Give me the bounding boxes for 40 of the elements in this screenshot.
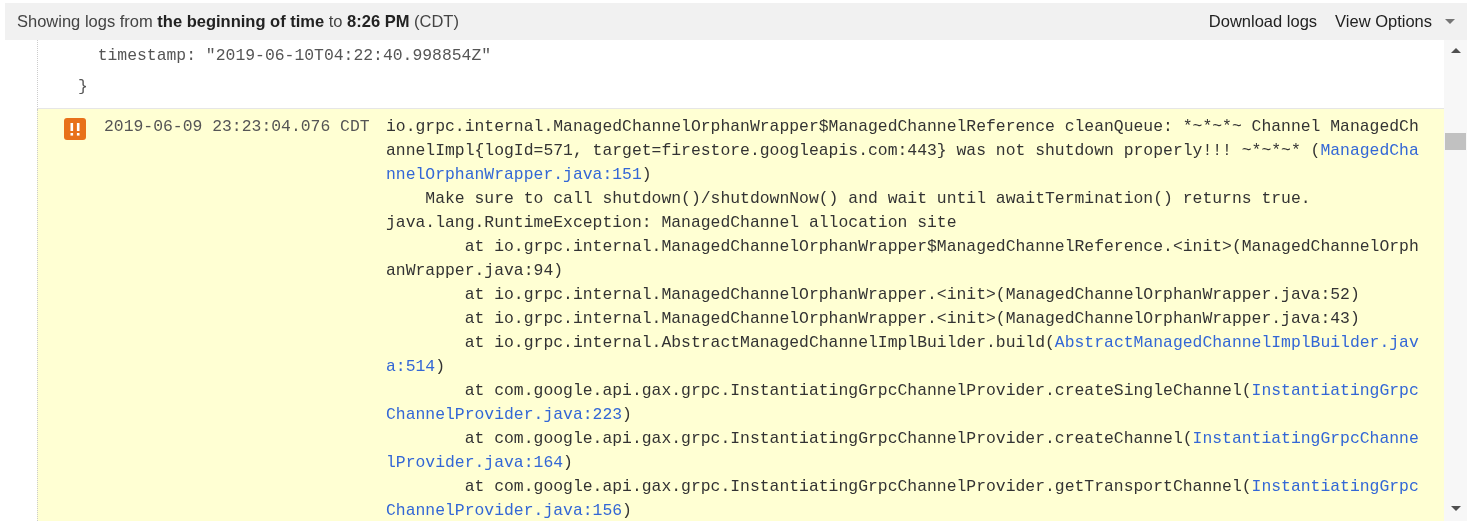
source-link[interactable]: ManagedCha bbox=[1320, 141, 1419, 160]
log-timestamp: 2019-06-09 23:23:04.076 CDT bbox=[104, 116, 371, 138]
log-message-text: at com.google.api.gax.grpc.InstantiatingGrpcChannelProvider.createChannel( bbox=[463, 429, 1193, 448]
log-message-text: ) bbox=[435, 357, 446, 376]
scrollbar[interactable] bbox=[1444, 40, 1467, 521]
log-message-text: java.lang.RuntimeException: ManagedChannel allocation site bbox=[386, 213, 957, 232]
log-message-text: anWrapper.java:94) bbox=[386, 261, 564, 280]
download-logs-link[interactable]: Download logs bbox=[1208, 12, 1318, 31]
log-message-text: ) bbox=[563, 453, 573, 472]
source-link[interactable]: InstantiatingGrpc bbox=[1251, 477, 1419, 496]
view-options-dropdown[interactable]: View Options bbox=[1335, 12, 1455, 31]
log-message-text: annelImpl{logId=571, target=firestore.googleapis.com:443} was not shutdown properly!!! ~*~*~* ( bbox=[386, 141, 1321, 160]
log-message-text: ) bbox=[622, 501, 632, 520]
log-message-text: at io.grpc.internal.ManagedChannelOrphanWrapper.<init>(ManagedChannelOrphanWrapper.java:43) bbox=[463, 309, 1360, 328]
source-link[interactable]: nnelOrphanWrapper.java:151 bbox=[386, 165, 642, 184]
scroll-thumb[interactable] bbox=[1445, 133, 1466, 150]
caret-icon bbox=[1445, 19, 1455, 24]
log-message-text: Make sure to call shutdown()/shutdownNow() and wait until awaitTermination() returns true. bbox=[424, 189, 1311, 208]
log-payload-line: } bbox=[78, 76, 89, 98]
log-range-text: Showing logs from the beginning of time to 8:26 PM (CDT) bbox=[17, 12, 459, 31]
source-link[interactable]: InstantiatingGrpc bbox=[1251, 381, 1419, 400]
log-entry-row[interactable] bbox=[37, 109, 1444, 521]
log-message-text: io.grpc.internal.ManagedChannelOrphanWrapper$ManagedChannelReference cleanQueue: *~*~*~ Channel ManagedCh bbox=[386, 117, 1419, 136]
source-link[interactable]: ChannelProvider.java:223 bbox=[386, 405, 623, 424]
log-message-text: at io.grpc.internal.AbstractManagedChannelImplBuilder.build( bbox=[463, 333, 1055, 352]
scroll-down-icon[interactable] bbox=[1450, 506, 1461, 511]
scroll-up-icon[interactable] bbox=[1450, 48, 1461, 53]
source-link[interactable]: lProvider.java:164 bbox=[386, 453, 564, 472]
log-message-text: at com.google.api.gax.grpc.InstantiatingGrpcChannelProvider.getTransportChannel( bbox=[463, 477, 1252, 496]
log-message-text: ) bbox=[622, 405, 632, 424]
source-link[interactable]: InstantiatingGrpcChanne bbox=[1192, 429, 1419, 448]
source-link[interactable]: a:514 bbox=[386, 357, 436, 376]
log-message-text: ) bbox=[641, 165, 652, 184]
log-message-text: at io.grpc.internal.ManagedChannelOrphanWrapper.<init>(ManagedChannelOrphanWrapper.java:52) bbox=[463, 285, 1360, 304]
source-link[interactable]: AbstractManagedChannelImplBuilder.jav bbox=[1054, 333, 1419, 352]
log-message-text: at io.grpc.internal.ManagedChannelOrphanWrapper$ManagedChannelReference.<init>(ManagedChannelOrph bbox=[463, 237, 1419, 256]
source-link[interactable]: ChannelProvider.java:156 bbox=[386, 501, 623, 520]
error-icon bbox=[64, 118, 86, 140]
log-payload-line: timestamp: "2019-06-10T04:22:40.998854Z" bbox=[96, 45, 493, 67]
log-message-text: at com.google.api.gax.grpc.InstantiatingGrpcChannelProvider.createSingleChannel( bbox=[463, 381, 1252, 400]
